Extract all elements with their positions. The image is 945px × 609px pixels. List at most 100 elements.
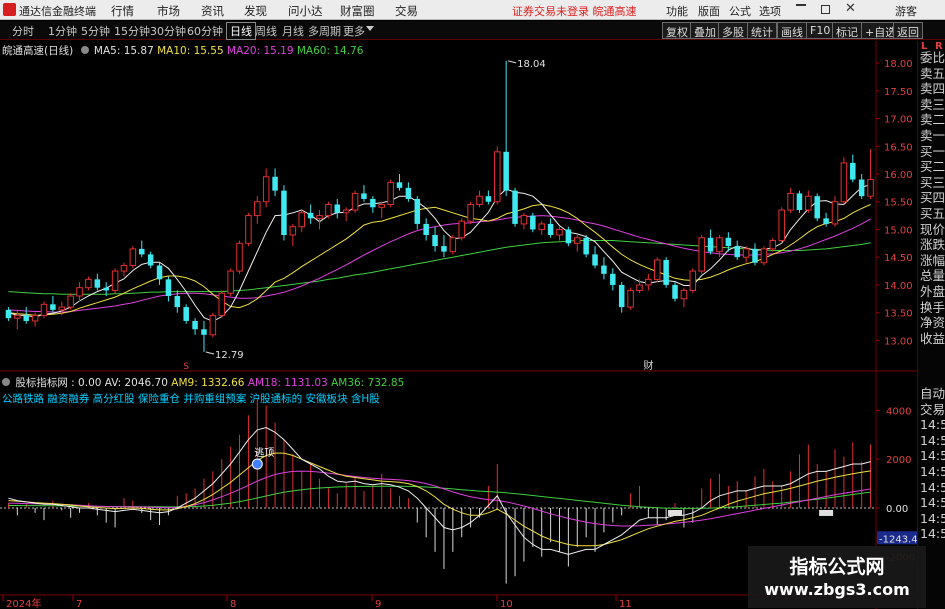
period-multi[interactable]: 多周期 xyxy=(308,23,341,39)
candle-down xyxy=(707,237,714,252)
stock-name[interactable]: 皖通高速(日线) xyxy=(2,45,73,57)
candle-up xyxy=(449,237,457,253)
quote-side-panel: L R 委比 卖五 卖四 卖三 卖二 卖一 买一 买二 买三 买四 买五 现价 涨跌 涨幅 总量 外盘 换手 净资… xyxy=(917,41,945,609)
indicator-name[interactable]: 股标指标网 : 0.00 xyxy=(15,377,101,389)
candle-up xyxy=(467,204,474,222)
price-tick-label: 14.50 xyxy=(884,253,913,264)
side-field: 换手 xyxy=(920,299,945,315)
candle-down xyxy=(147,254,154,266)
period-weekly[interactable]: 周线 xyxy=(255,23,277,39)
menu-gongneng[interactable]: 功能 xyxy=(666,3,688,19)
candle-up xyxy=(716,237,723,253)
menu-xuanxiang[interactable]: 选项 xyxy=(759,3,781,19)
am18-label: AM18: 1131.03 xyxy=(247,377,328,389)
candle-up xyxy=(840,162,848,203)
guest-label[interactable]: 游客 xyxy=(895,3,917,19)
period-60min[interactable]: 60分钟 xyxy=(187,23,223,39)
candle-up xyxy=(458,220,465,239)
candle-up xyxy=(111,270,119,291)
period-1min[interactable]: 1分钟 xyxy=(48,23,77,39)
menu-caifuquan[interactable]: 财富圈 xyxy=(340,3,375,19)
price-tick-label: 17.50 xyxy=(884,87,913,98)
concept-tags[interactable]: 公路铁路 融资融券 高分红股 保险重仓 并购重组预案 沪股通标的 安徽板块 含H… xyxy=(2,391,380,406)
indicator-line-b xyxy=(8,452,871,547)
candle-up xyxy=(574,237,581,244)
candle-down xyxy=(156,265,163,280)
candle-down xyxy=(583,237,589,255)
side-field: 卖四 xyxy=(920,81,945,97)
back-button[interactable]: 返回 xyxy=(893,22,923,39)
candle-up xyxy=(218,292,226,316)
menu-faxian[interactable]: 发现 xyxy=(244,3,267,19)
settings-dot-icon[interactable] xyxy=(80,46,89,54)
period-30min[interactable]: 30分钟 xyxy=(150,23,186,39)
period-daily[interactable]: 日线 xyxy=(226,22,256,40)
candle-down xyxy=(23,315,29,321)
candle-up xyxy=(227,270,234,294)
login-notice[interactable]: 证券交易未登录 皖通高速 xyxy=(512,3,637,19)
candle-up xyxy=(236,242,243,272)
candle-up xyxy=(760,248,768,264)
candle-up xyxy=(805,195,812,211)
f10-button[interactable]: F10 xyxy=(806,22,835,39)
period-more[interactable]: 更多 xyxy=(343,23,365,39)
biaoji-button[interactable]: 标记 xyxy=(832,22,862,39)
menu-shichang[interactable]: 市场 xyxy=(157,3,180,19)
candle-up xyxy=(769,240,777,250)
watermark-url: www.zbgs3.com xyxy=(764,580,910,599)
maximize-icon[interactable] xyxy=(821,5,830,14)
candle-up xyxy=(742,248,750,258)
period-5min[interactable]: 5分钟 xyxy=(81,23,110,39)
indicator-line-d xyxy=(8,485,871,509)
menu-banmian[interactable]: 版面 xyxy=(698,3,720,19)
period-monthly[interactable]: 月线 xyxy=(282,23,304,39)
signal-marker: S xyxy=(183,362,189,372)
tongji-button[interactable]: 统计 xyxy=(747,22,777,39)
side-field-lower: 14:5 xyxy=(920,448,945,464)
menu-gongshi[interactable]: 公式 xyxy=(729,3,751,19)
low-label: 12.79 xyxy=(215,350,244,361)
period-toolbar: 分时 1分钟 5分钟 15分钟 30分钟 60分钟 日线 周线 月线 多周期 更… xyxy=(0,21,945,40)
menu-hangqing[interactable]: 行情 xyxy=(111,3,134,19)
candle-up xyxy=(378,204,385,208)
fuquan-button[interactable]: 复权 xyxy=(662,22,692,39)
x-tick-label: 8 xyxy=(230,599,236,609)
candle-up xyxy=(778,209,785,242)
period-fenshi[interactable]: 分时 xyxy=(12,23,34,39)
candle-down xyxy=(94,279,101,288)
candle-down xyxy=(139,248,145,255)
side-field: 现价 xyxy=(920,221,945,237)
candle-down xyxy=(423,223,429,235)
candle-down xyxy=(165,279,172,296)
candle-down xyxy=(725,237,732,247)
price-tick-label: 13.00 xyxy=(884,336,913,347)
duogu-button[interactable]: 多股 xyxy=(718,22,748,39)
side-field: 卖二 xyxy=(920,112,945,128)
diejia-button[interactable]: 叠加 xyxy=(690,22,720,39)
candle-down xyxy=(823,218,829,224)
minimize-icon[interactable] xyxy=(796,4,806,6)
indicator-legend: 股标指标网 : 0.00 AV: 2046.70 AM9: 1332.66 AM… xyxy=(2,375,404,390)
kline-chart[interactable]: 逃顶 18.00 17.50 17.00 16.50 16.00 15.50 15.00 14… xyxy=(0,41,917,609)
menu-wenxiaoda[interactable]: 问小达 xyxy=(288,3,323,19)
chevron-down-icon[interactable] xyxy=(366,26,374,31)
ma-legend: 皖通高速(日线) MA5: 15.87 MA10: 15.55 MA20: 15… xyxy=(2,43,363,58)
price-tick-label: 15.50 xyxy=(884,198,913,209)
price-tick-label: 17.00 xyxy=(884,115,913,126)
candle-down xyxy=(814,196,820,219)
candle-up xyxy=(351,192,359,211)
price-tick-label: 16.50 xyxy=(884,142,913,153)
indicator-settings-icon[interactable] xyxy=(2,378,10,386)
candle-up xyxy=(245,215,252,244)
candle-up xyxy=(120,265,128,272)
close-icon[interactable]: ✕ xyxy=(845,1,856,16)
indicator-line-c xyxy=(8,470,871,527)
menu-zixun[interactable]: 资讯 xyxy=(201,3,224,19)
period-15min[interactable]: 15分钟 xyxy=(114,23,150,39)
candle-up xyxy=(129,248,137,266)
huaxian-button[interactable]: 画线 xyxy=(777,22,807,39)
watermark-title: 指标公式网 xyxy=(789,556,885,578)
x-tick-label: 10 xyxy=(500,599,513,609)
ma20-line xyxy=(8,215,871,313)
menu-jiaoyi[interactable]: 交易 xyxy=(395,3,418,19)
